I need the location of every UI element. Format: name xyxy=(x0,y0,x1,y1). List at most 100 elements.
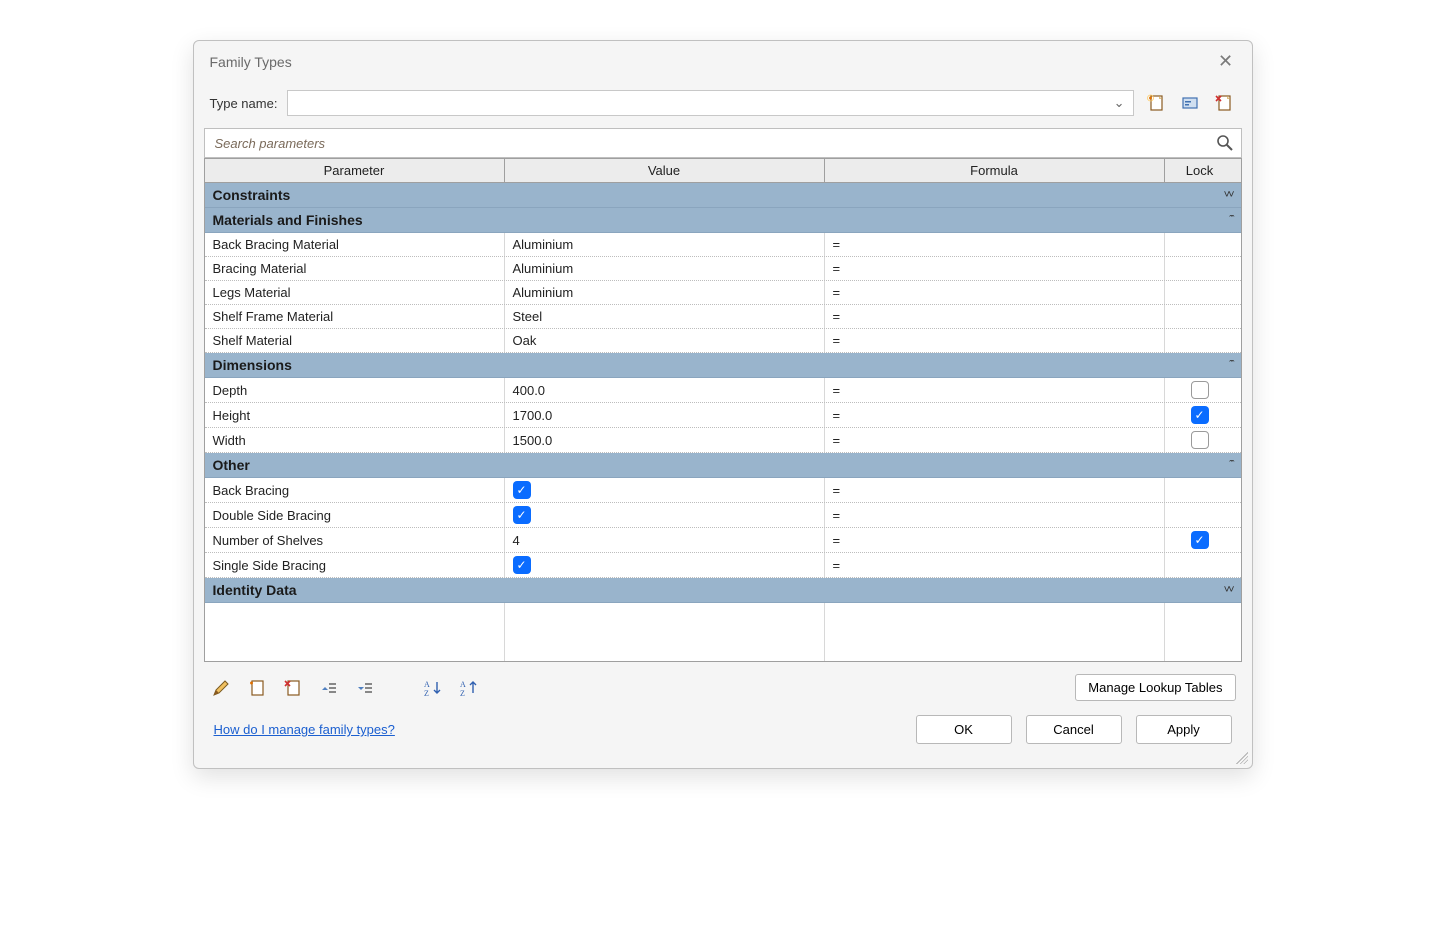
rename-type-icon[interactable] xyxy=(1178,91,1202,115)
parameter-lock-cell[interactable] xyxy=(1165,553,1235,577)
checkbox-unchecked-icon[interactable] xyxy=(1191,381,1209,399)
parameter-value-cell[interactable]: Aluminium xyxy=(505,281,825,304)
new-parameter-icon[interactable] xyxy=(246,677,268,699)
parameter-lock-cell[interactable] xyxy=(1165,503,1235,527)
parameter-name-cell[interactable]: Double Side Bracing xyxy=(205,503,505,527)
column-header-parameter[interactable]: Parameter xyxy=(205,159,505,182)
parameter-lock-cell[interactable] xyxy=(1165,257,1235,280)
group-identity-data[interactable]: Identity Data ˅˅ xyxy=(205,578,1241,603)
parameter-name-cell[interactable]: Legs Material xyxy=(205,281,505,304)
parameter-formula-cell[interactable]: = xyxy=(825,281,1165,304)
parameter-name-cell[interactable]: Shelf Frame Material xyxy=(205,305,505,328)
parameter-name-cell[interactable]: Bracing Material xyxy=(205,257,505,280)
parameter-value-cell[interactable]: ✓ xyxy=(505,478,825,502)
parameter-value-cell[interactable]: 1500.0 xyxy=(505,428,825,452)
parameter-formula-cell[interactable]: = xyxy=(825,503,1165,527)
parameter-formula-cell[interactable]: = xyxy=(825,329,1165,352)
move-up-icon[interactable] xyxy=(318,677,340,699)
table-row[interactable]: Back Bracing MaterialAluminium= xyxy=(205,233,1241,257)
delete-parameter-icon[interactable] xyxy=(282,677,304,699)
parameter-value-cell[interactable]: 4 xyxy=(505,528,825,552)
parameter-formula-cell[interactable]: = xyxy=(825,478,1165,502)
table-row[interactable]: Back Bracing ✓ = xyxy=(205,478,1241,503)
collapse-chevron-icon: ˅˅ xyxy=(1224,189,1233,201)
type-name-dropdown[interactable]: ⌄ xyxy=(287,90,1133,116)
parameter-name-cell[interactable]: Depth xyxy=(205,378,505,402)
table-row[interactable]: Shelf Frame MaterialSteel= xyxy=(205,305,1241,329)
group-materials[interactable]: Materials and Finishes ˆˆ xyxy=(205,208,1241,233)
parameter-lock-cell[interactable] xyxy=(1165,478,1235,502)
parameter-value-cell[interactable]: ✓ xyxy=(505,553,825,577)
table-row[interactable]: Number of Shelves4= ✓ xyxy=(205,528,1241,553)
parameter-value-cell[interactable]: Aluminium xyxy=(505,233,825,256)
parameter-value-cell[interactable]: 1700.0 xyxy=(505,403,825,427)
group-label: Materials and Finishes xyxy=(213,212,363,228)
column-header-value[interactable]: Value xyxy=(505,159,825,182)
search-icon[interactable] xyxy=(1215,133,1235,153)
column-header-lock[interactable]: Lock xyxy=(1165,159,1235,182)
delete-type-icon[interactable] xyxy=(1212,91,1236,115)
table-row[interactable]: Shelf MaterialOak= xyxy=(205,329,1241,353)
table-row[interactable]: Height1700.0= ✓ xyxy=(205,403,1241,428)
parameter-formula-cell[interactable]: = xyxy=(825,257,1165,280)
type-name-row: Type name: ⌄ xyxy=(204,82,1242,128)
column-header-formula[interactable]: Formula xyxy=(825,159,1165,182)
parameter-name-cell[interactable]: Number of Shelves xyxy=(205,528,505,552)
move-down-icon[interactable] xyxy=(354,677,376,699)
table-row[interactable]: Bracing MaterialAluminium= xyxy=(205,257,1241,281)
parameter-name-cell[interactable]: Single Side Bracing xyxy=(205,553,505,577)
checkbox-checked-icon[interactable]: ✓ xyxy=(513,506,531,524)
parameter-lock-cell[interactable]: ✓ xyxy=(1165,528,1235,552)
parameter-value-cell[interactable]: ✓ xyxy=(505,503,825,527)
checkbox-checked-icon[interactable]: ✓ xyxy=(1191,406,1209,424)
parameter-name-cell[interactable]: Height xyxy=(205,403,505,427)
table-row[interactable]: Legs MaterialAluminium= xyxy=(205,281,1241,305)
edit-parameter-icon[interactable] xyxy=(210,677,232,699)
parameter-value-cell[interactable]: Aluminium xyxy=(505,257,825,280)
parameter-formula-cell[interactable]: = xyxy=(825,378,1165,402)
group-other[interactable]: Other ˆˆ xyxy=(205,453,1241,478)
group-dimensions[interactable]: Dimensions ˆˆ xyxy=(205,353,1241,378)
group-constraints[interactable]: Constraints ˅˅ xyxy=(205,183,1241,208)
parameter-lock-cell[interactable] xyxy=(1165,305,1235,328)
parameter-formula-cell[interactable]: = xyxy=(825,233,1165,256)
checkbox-checked-icon[interactable]: ✓ xyxy=(513,481,531,499)
parameter-lock-cell[interactable] xyxy=(1165,378,1235,402)
parameter-lock-cell[interactable] xyxy=(1165,329,1235,352)
table-row[interactable]: Single Side Bracing ✓ = xyxy=(205,553,1241,578)
close-icon[interactable]: ✕ xyxy=(1216,51,1236,72)
resize-grip-icon[interactable] xyxy=(1236,752,1248,764)
parameter-formula-cell[interactable]: = xyxy=(825,553,1165,577)
cancel-button[interactable]: Cancel xyxy=(1026,715,1122,744)
help-link[interactable]: How do I manage family types? xyxy=(214,722,395,737)
table-row[interactable]: Depth400.0= xyxy=(205,378,1241,403)
expand-chevron-icon: ˆˆ xyxy=(1229,214,1232,226)
parameter-name-cell[interactable]: Shelf Material xyxy=(205,329,505,352)
parameter-lock-cell[interactable]: ✓ xyxy=(1165,403,1235,427)
checkbox-checked-icon[interactable]: ✓ xyxy=(1191,531,1209,549)
new-type-icon[interactable] xyxy=(1144,91,1168,115)
parameter-name-cell[interactable]: Back Bracing xyxy=(205,478,505,502)
search-parameters-input[interactable]: Search parameters xyxy=(204,128,1242,158)
checkbox-checked-icon[interactable]: ✓ xyxy=(513,556,531,574)
sort-ascending-icon[interactable]: AZ xyxy=(422,677,444,699)
parameter-value-cell[interactable]: Oak xyxy=(505,329,825,352)
parameter-lock-cell[interactable] xyxy=(1165,281,1235,304)
parameter-value-cell[interactable]: 400.0 xyxy=(505,378,825,402)
parameter-lock-cell[interactable] xyxy=(1165,233,1235,256)
parameter-lock-cell[interactable] xyxy=(1165,428,1235,452)
apply-button[interactable]: Apply xyxy=(1136,715,1232,744)
sort-descending-icon[interactable]: AZ xyxy=(458,677,480,699)
parameter-formula-cell[interactable]: = xyxy=(825,403,1165,427)
ok-button[interactable]: OK xyxy=(916,715,1012,744)
parameter-formula-cell[interactable]: = xyxy=(825,305,1165,328)
parameter-formula-cell[interactable]: = xyxy=(825,528,1165,552)
manage-lookup-tables-button[interactable]: Manage Lookup Tables xyxy=(1075,674,1235,701)
parameter-name-cell[interactable]: Back Bracing Material xyxy=(205,233,505,256)
parameter-formula-cell[interactable]: = xyxy=(825,428,1165,452)
parameter-name-cell[interactable]: Width xyxy=(205,428,505,452)
table-row[interactable]: Double Side Bracing ✓ = xyxy=(205,503,1241,528)
checkbox-unchecked-icon[interactable] xyxy=(1191,431,1209,449)
parameter-value-cell[interactable]: Steel xyxy=(505,305,825,328)
table-row[interactable]: Width1500.0= xyxy=(205,428,1241,453)
